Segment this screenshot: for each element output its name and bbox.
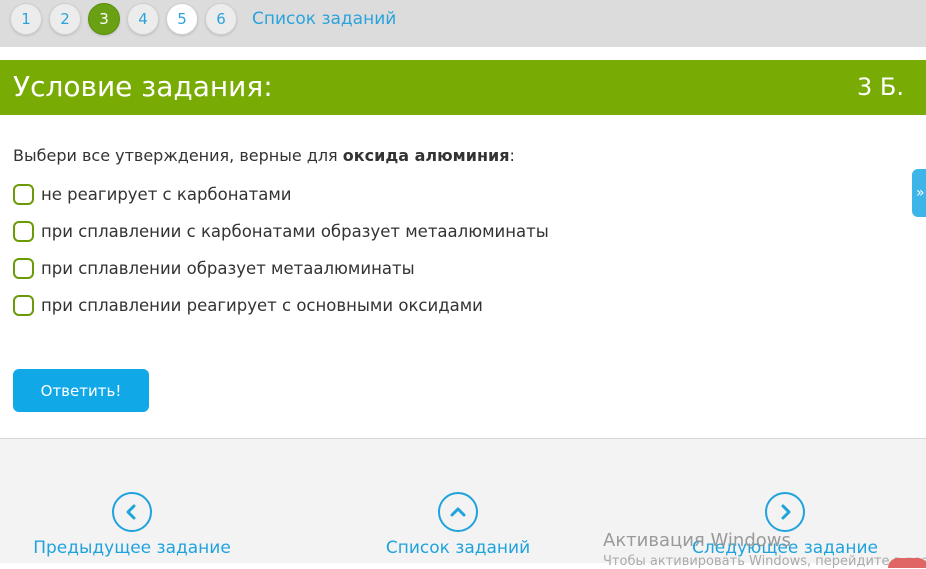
option-1[interactable]: не реагирует с карбонатами [13,184,292,205]
task-header: Условие задания: 3 Б. [0,60,926,115]
windows-activation-title: Активация Windows [603,530,791,551]
previous-task-label[interactable]: Предыдущее задание [32,538,232,558]
question-text: Выбери все утверждения, верные для оксид… [13,146,515,165]
option-3-label: при сплавлении образует метаалюминаты [41,259,415,278]
task-list-link[interactable]: Список заданий [252,9,396,29]
option-4-label: при сплавлении реагирует с основными окс… [41,296,483,315]
option-2-label: при сплавлении с карбонатами образует ме… [41,222,549,241]
task-list-footer-label[interactable]: Список заданий [358,538,558,558]
side-panel-tab[interactable]: » [912,169,926,217]
page-button-3[interactable]: 3 [88,3,120,35]
question-suffix: : [509,146,515,165]
page-button-6[interactable]: 6 [205,3,237,35]
task-header-title: Условие задания: [13,70,273,103]
chevron-right-icon[interactable] [765,492,805,532]
chevrons-right-icon: » [916,185,925,201]
option-1-checkbox[interactable] [13,184,34,205]
page-button-1[interactable]: 1 [10,3,42,35]
question-prefix: Выбери все утверждения, верные для [13,146,343,165]
page-button-5[interactable]: 5 [166,3,198,35]
page-button-4[interactable]: 4 [127,3,159,35]
option-2[interactable]: при сплавлении с карбонатами образует ме… [13,221,549,242]
task-pager: 1 2 3 4 5 6 Список заданий [10,3,396,35]
previous-task-link[interactable]: Предыдущее задание [32,492,232,558]
windows-activation-subtitle: Чтобы активировать Windows, перейдите в … [603,554,926,569]
answer-button[interactable]: Ответить! [13,369,149,412]
option-3-checkbox[interactable] [13,258,34,279]
notification-badge [888,558,926,568]
page-button-2[interactable]: 2 [49,3,81,35]
task-list-footer-link[interactable]: Список заданий [358,492,558,558]
option-4-checkbox[interactable] [13,295,34,316]
option-3[interactable]: при сплавлении образует метаалюминаты [13,258,415,279]
chevron-up-icon[interactable] [438,492,478,532]
task-score: 3 Б. [857,73,904,101]
question-subject: оксида алюминия [342,146,510,165]
option-4[interactable]: при сплавлении реагирует с основными окс… [13,295,483,316]
chevron-left-icon[interactable] [112,492,152,532]
option-1-label: не реагирует с карбонатами [41,185,292,204]
option-2-checkbox[interactable] [13,221,34,242]
top-navigation-bar: 1 2 3 4 5 6 Список заданий [0,0,926,47]
